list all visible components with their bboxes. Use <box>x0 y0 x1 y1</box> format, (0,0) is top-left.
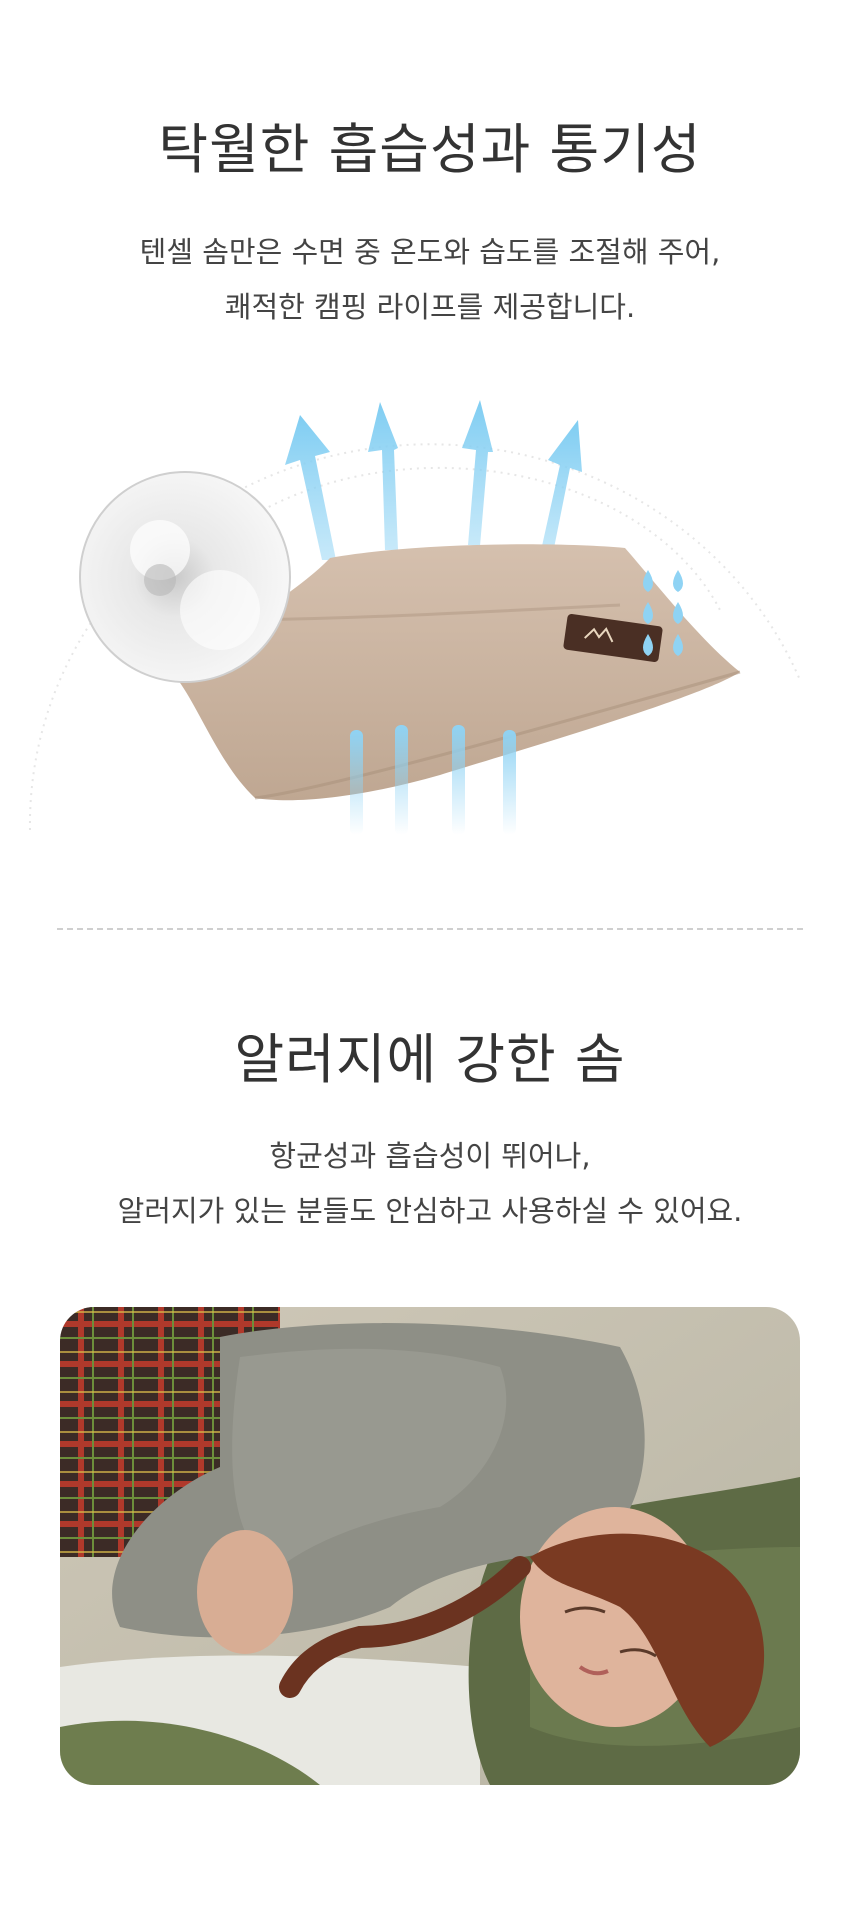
arrow-up-icon <box>368 402 398 550</box>
section-divider <box>57 928 803 930</box>
arrow-up-icon <box>285 415 336 560</box>
section-title: 알러지에 강한 솜 <box>234 1028 626 1091</box>
section-2-heading: 알러지에 강한 솜 <box>0 1028 860 1093</box>
page-title: 탁월한 흡습성과 통기성 <box>158 118 702 181</box>
droplet-icon <box>673 570 683 592</box>
description-line-2: 알러지가 있는 분들도 안심하고 사용하실 수 있어요. <box>117 1194 743 1228</box>
sleeping-person-photo <box>60 1307 800 1785</box>
arrow-up-icon <box>540 420 582 558</box>
description-line-1: 텐셀 솜만은 수면 중 온도와 습도를 조절해 주어, <box>139 235 721 269</box>
photo-illustration <box>60 1307 800 1785</box>
airflow-up-arrows <box>285 400 582 560</box>
pillow-breathability-illustration <box>28 400 801 835</box>
description-line-1: 항균성과 흡습성이 뛰어나, <box>269 1139 591 1173</box>
cotton-fill-closeup <box>79 471 291 683</box>
description-line-2: 쾌적한 캠핑 라이프를 제공합니다. <box>224 290 636 324</box>
section-1-description: 텐셀 솜만은 수면 중 온도와 습도를 조절해 주어, 쾌적한 캠핑 라이프를 … <box>0 225 860 335</box>
section-2-description: 항균성과 흡습성이 뛰어나, 알러지가 있는 분들도 안심하고 사용하실 수 있… <box>0 1129 860 1239</box>
arrow-up-icon <box>462 400 493 546</box>
section-1-heading: 탁월한 흡습성과 통기성 <box>0 118 860 183</box>
droplet-icon <box>673 602 683 624</box>
